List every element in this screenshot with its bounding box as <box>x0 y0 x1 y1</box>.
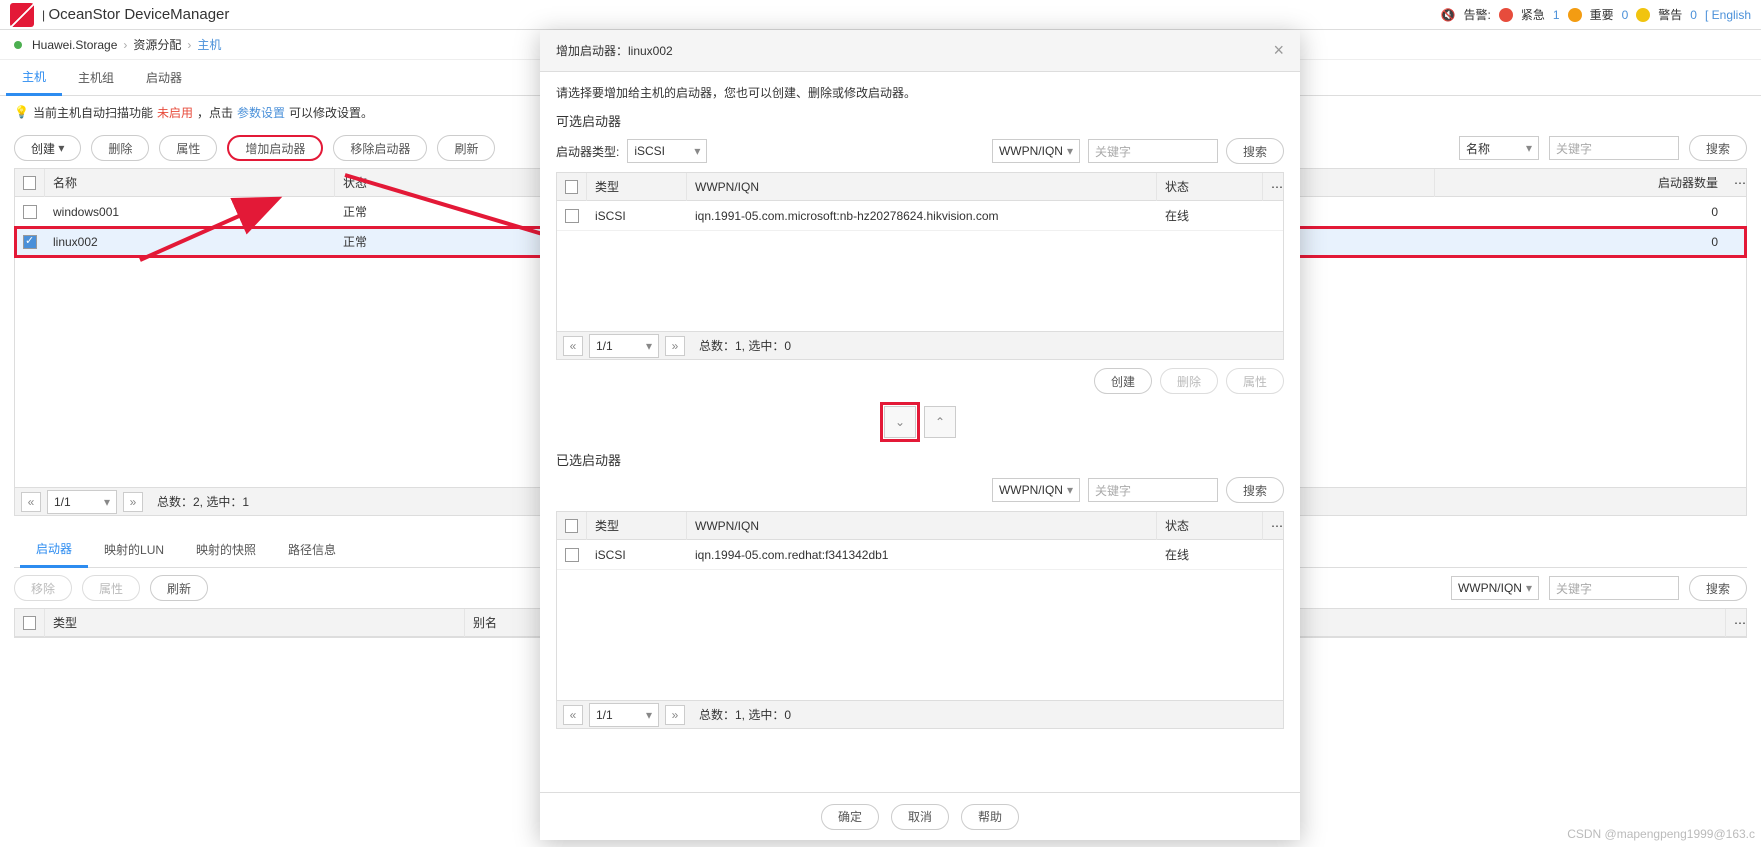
row-checkbox[interactable] <box>23 235 37 249</box>
alarm-label: 告警: <box>1464 6 1491 23</box>
tab-detail-path[interactable]: 路径信息 <box>272 532 352 568</box>
watermark: CSDN @mapengpeng1999@163.c <box>1567 827 1755 841</box>
sel-filter-input[interactable]: 关键字 <box>1088 478 1218 502</box>
tab-host[interactable]: 主机 <box>6 60 62 96</box>
dialog-title: 增加启动器：linux002 <box>556 42 673 59</box>
avail-filter-select[interactable]: WWPN/IQN▾ <box>992 139 1080 163</box>
row-checkbox[interactable] <box>23 205 37 219</box>
page-first-button[interactable]: « <box>21 492 41 512</box>
help-button[interactable]: 帮助 <box>961 804 1019 830</box>
refresh-button[interactable]: 刷新 <box>437 135 495 161</box>
warning-count[interactable]: 0 <box>1690 8 1697 22</box>
add-initiator-button[interactable]: 增加启动器 <box>227 135 323 161</box>
page-select[interactable]: 1/1▾ <box>47 490 117 514</box>
avail-filter-input[interactable]: 关键字 <box>1088 139 1218 163</box>
row-checkbox[interactable] <box>565 209 579 223</box>
select-all-checkbox[interactable] <box>23 616 36 630</box>
tab-detail-initiator[interactable]: 启动器 <box>20 532 88 568</box>
status-dot-icon <box>14 41 22 49</box>
page-select[interactable]: 1/1▾ <box>589 334 659 358</box>
create-button[interactable]: 创建 ▾ <box>14 135 81 161</box>
critical-icon[interactable] <box>1499 8 1513 22</box>
row-checkbox[interactable] <box>565 548 579 562</box>
select-all-checkbox[interactable] <box>565 180 578 194</box>
detail-filter-select[interactable]: WWPN/IQN▾ <box>1451 576 1539 600</box>
ok-button[interactable]: 确定 <box>821 804 879 830</box>
move-down-button[interactable]: ⌄ <box>884 406 916 438</box>
tab-detail-lun[interactable]: 映射的LUN <box>88 532 180 568</box>
app-title: | OceanStor DeviceManager <box>42 6 229 23</box>
crumb-lvl2[interactable]: 主机 <box>197 36 221 53</box>
critical-label: 紧急 <box>1521 6 1545 23</box>
tab-initiator[interactable]: 启动器 <box>130 60 198 96</box>
detail-refresh-button[interactable]: 刷新 <box>150 575 208 601</box>
selected-grid: 类型 WWPN/IQN 状态 ⋯ iSCSI iqn.1994-05.com.r… <box>556 511 1284 729</box>
page-first-button[interactable]: « <box>563 705 583 725</box>
crumb-root[interactable]: Huawei.Storage <box>32 38 117 52</box>
initiator-type-select[interactable]: iSCSI▾ <box>627 139 707 163</box>
major-count[interactable]: 0 <box>1622 8 1629 22</box>
dialog-header: 增加启动器：linux002 × <box>540 30 1300 72</box>
pager-summary: 总数：2, 选中：1 <box>157 493 249 510</box>
lang-switch[interactable]: [ English <box>1705 8 1751 22</box>
page-last-button[interactable]: » <box>665 705 685 725</box>
modal-create-button[interactable]: 创建 <box>1094 368 1152 394</box>
table-row[interactable]: iSCSI iqn.1994-05.com.redhat:f341342db1 … <box>557 540 1283 570</box>
tab-hostgroup[interactable]: 主机组 <box>62 60 130 96</box>
speaker-icon[interactable]: 🔇 <box>1441 8 1456 22</box>
page-first-button[interactable]: « <box>563 336 583 356</box>
page-last-button[interactable]: » <box>665 336 685 356</box>
available-title: 可选启动器 <box>556 111 1284 130</box>
table-row[interactable]: iSCSI iqn.1991-05.com.microsoft:nb-hz202… <box>557 201 1283 231</box>
avail-search-button[interactable]: 搜索 <box>1226 138 1284 164</box>
col-name[interactable]: 名称 <box>45 169 335 197</box>
search-button[interactable]: 搜索 <box>1689 135 1747 161</box>
critical-count[interactable]: 1 <box>1553 8 1560 22</box>
bulb-icon: 💡 <box>14 105 29 119</box>
delete-button[interactable]: 删除 <box>91 135 149 161</box>
warning-icon[interactable] <box>1636 8 1650 22</box>
col-menu-icon[interactable]: ⋯ <box>1263 173 1283 201</box>
selected-title: 已选启动器 <box>556 450 1284 469</box>
select-all-checkbox[interactable] <box>565 519 578 533</box>
page-last-button[interactable]: » <box>123 492 143 512</box>
detail-search-button[interactable]: 搜索 <box>1689 575 1747 601</box>
detail-props-button[interactable]: 属性 <box>82 575 140 601</box>
dialog-desc: 请选择要增加给主机的启动器，您也可以创建、删除或修改启动器。 <box>556 84 1284 101</box>
modal-props-button[interactable]: 属性 <box>1226 368 1284 394</box>
param-settings-link[interactable]: 参数设置 <box>237 104 285 121</box>
crumb-lvl1[interactable]: 资源分配 <box>133 36 181 53</box>
major-icon[interactable] <box>1568 8 1582 22</box>
tab-detail-snap[interactable]: 映射的快照 <box>180 532 272 568</box>
add-initiator-dialog: 增加启动器：linux002 × 请选择要增加给主机的启动器，您也可以创建、删除… <box>540 30 1300 840</box>
detail-remove-button[interactable]: 移除 <box>14 575 72 601</box>
available-grid: 类型 WWPN/IQN 状态 ⋯ iSCSI iqn.1991-05.com.m… <box>556 172 1284 360</box>
cancel-button[interactable]: 取消 <box>891 804 949 830</box>
sel-search-button[interactable]: 搜索 <box>1226 477 1284 503</box>
move-up-button[interactable]: ⌃ <box>924 406 956 438</box>
select-all-checkbox[interactable] <box>23 176 36 190</box>
close-icon[interactable]: × <box>1273 40 1284 61</box>
props-button[interactable]: 属性 <box>159 135 217 161</box>
filter-field-select[interactable]: 名称▾ <box>1459 136 1539 160</box>
type-label: 启动器类型: <box>556 143 619 160</box>
warning-label: 警告 <box>1658 6 1682 23</box>
page-select[interactable]: 1/1▾ <box>589 703 659 727</box>
detail-filter-input[interactable]: 关键字 <box>1549 576 1679 600</box>
sel-filter-select[interactable]: WWPN/IQN▾ <box>992 478 1080 502</box>
filter-input[interactable]: 关键字 <box>1549 136 1679 160</box>
major-label: 重要 <box>1590 6 1614 23</box>
app-header: | OceanStor DeviceManager 🔇 告警: 紧急 1 重要 … <box>0 0 1761 30</box>
remove-initiator-button[interactable]: 移除启动器 <box>333 135 427 161</box>
modal-delete-button[interactable]: 删除 <box>1160 368 1218 394</box>
col-menu-icon[interactable]: ⋯ <box>1263 512 1283 540</box>
col-type[interactable]: 类型 <box>45 609 465 637</box>
huawei-logo-icon <box>10 3 34 27</box>
col-initcount[interactable]: 启动器数量 <box>1435 169 1726 197</box>
col-menu-icon[interactable]: ⋯ <box>1726 169 1746 197</box>
col-menu-icon[interactable]: ⋯ <box>1726 609 1746 637</box>
